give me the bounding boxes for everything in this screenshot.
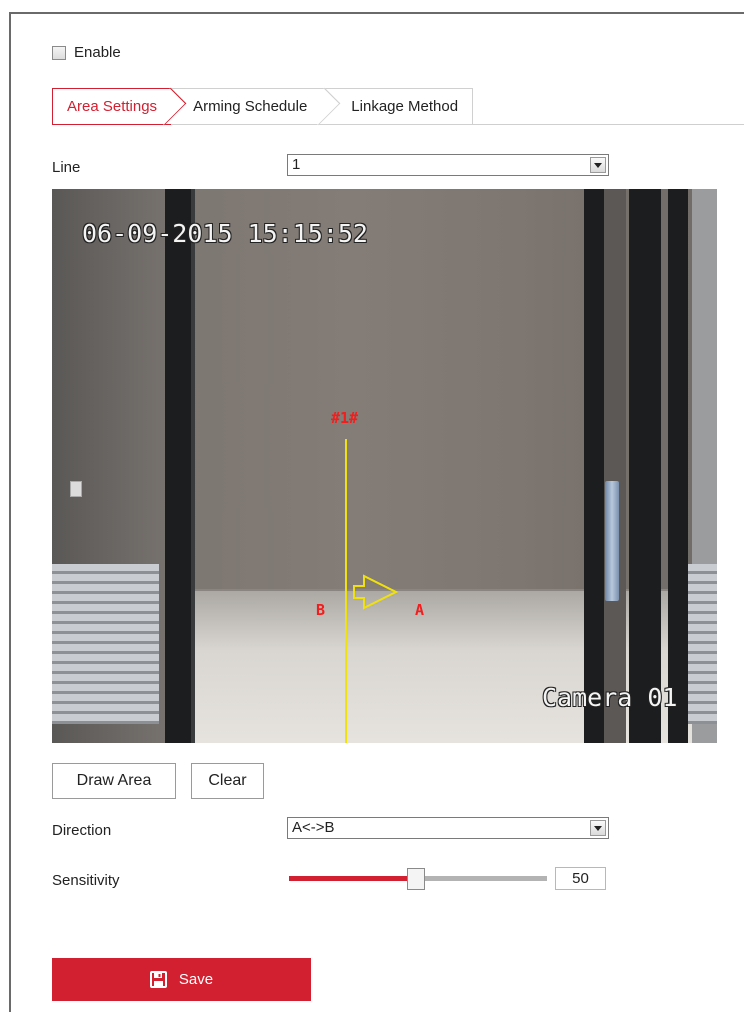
- tab-linkage-method[interactable]: Linkage Method: [325, 88, 474, 125]
- line-select[interactable]: 1: [287, 154, 609, 176]
- left-door-frame: [165, 189, 191, 743]
- chevron-down-icon[interactable]: [590, 820, 606, 836]
- rule-number-label: #1#: [331, 409, 359, 427]
- draw-area-button[interactable]: Draw Area: [52, 763, 176, 799]
- tab-bar: Area Settings Arming Schedule Linkage Me…: [52, 88, 474, 125]
- wall-switch: [70, 481, 82, 497]
- direction-select[interactable]: A<->B: [287, 817, 609, 839]
- direction-arrow-icon: [353, 574, 399, 610]
- right-outer-frame: [668, 189, 688, 743]
- right-door-frame: [629, 189, 661, 743]
- clear-button[interactable]: Clear: [191, 763, 264, 799]
- left-window-blind: [52, 564, 159, 724]
- sensitivity-slider-track[interactable]: [415, 876, 547, 881]
- save-button[interactable]: Save: [52, 958, 311, 1001]
- enable-label: Enable: [74, 44, 121, 61]
- hanging-bag: [605, 481, 619, 601]
- line-select-value: 1: [292, 156, 301, 173]
- video-camera-name: Camera 01: [542, 683, 678, 712]
- chevron-down-icon[interactable]: [590, 157, 606, 173]
- right-door-frame-inner: [584, 189, 604, 743]
- sensitivity-slider-handle[interactable]: [407, 868, 425, 890]
- video-preview[interactable]: 06-09-2015 15:15:52 Camera 01 #1# B A: [52, 189, 717, 743]
- direction-label: Direction: [52, 822, 112, 839]
- save-label: Save: [178, 971, 214, 988]
- floppy-disk-icon: [149, 971, 167, 988]
- left-door-edge: [191, 189, 195, 743]
- right-window-blind: [688, 564, 717, 724]
- tripwire-line[interactable]: [345, 439, 347, 743]
- line-label: Line: [52, 159, 81, 176]
- video-timestamp: 06-09-2015 15:15:52: [82, 219, 368, 248]
- sensitivity-label: Sensitivity: [52, 872, 120, 889]
- enable-row[interactable]: Enable: [52, 44, 121, 61]
- sensitivity-slider-fill[interactable]: [289, 876, 415, 881]
- right-door-panel: [604, 189, 626, 743]
- side-b-label: B: [316, 601, 326, 619]
- sensitivity-value[interactable]: 50: [555, 867, 606, 890]
- tab-arming-schedule[interactable]: Arming Schedule: [171, 88, 326, 125]
- enable-checkbox[interactable]: [52, 45, 66, 60]
- tab-area-settings[interactable]: Area Settings: [52, 88, 172, 125]
- direction-select-value: A<->B: [292, 819, 335, 836]
- side-a-label: A: [415, 601, 425, 619]
